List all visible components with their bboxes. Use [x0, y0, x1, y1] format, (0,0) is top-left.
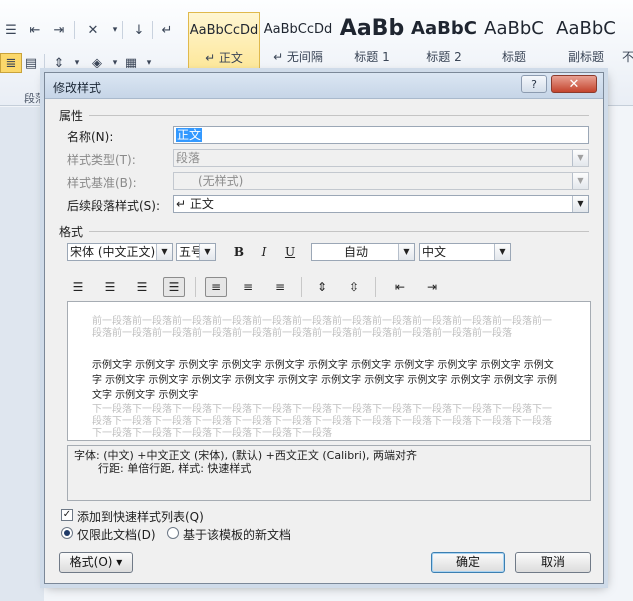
- based-on-select[interactable]: (无样式) ▼: [173, 172, 589, 190]
- format-section-label: 格式: [59, 225, 84, 239]
- properties-divider: [89, 115, 589, 116]
- preview-previous-paragraph: 前一段落前一段落前一段落前一段落前一段落前一段落前一段落前一段落前一段落前一段落…: [92, 316, 552, 339]
- next-style-select[interactable]: ↵ 正文 ▼: [173, 195, 589, 213]
- chevron-down-icon: ▼: [398, 244, 414, 260]
- close-button[interactable]: ✕: [551, 75, 597, 93]
- modify-style-dialog: 修改样式 ? ✕ 属性 名称(N): 正文 样式类型(T): 段落 ▼ 样式基准…: [44, 72, 604, 584]
- font-value: 宋体 (中文正文): [70, 245, 156, 259]
- style-tile-heading1[interactable]: AaBb 标题 1: [336, 12, 408, 70]
- align-center-icon[interactable]: ☰: [99, 277, 121, 297]
- preview-next-paragraph: 下一段落下一段落下一段落下一段落下一段落下一段落下一段落下一段落下一段落下一段落…: [92, 404, 552, 439]
- language-value: 中文: [422, 245, 447, 259]
- style-tile-subtitle[interactable]: AaBbC 副标题: [550, 12, 622, 70]
- style-tile-no-spacing[interactable]: AaBbCcDd ↵ 无间隔: [262, 12, 334, 70]
- chevron-down-icon: ▼: [572, 196, 588, 212]
- style-tile-title[interactable]: AaBbC 标题: [478, 12, 550, 70]
- chevron-down-icon: ▼: [199, 244, 215, 260]
- style-tile-normal[interactable]: AaBbCcDd ↵ 正文: [188, 12, 260, 70]
- chevron-down-icon: ▼: [156, 244, 172, 260]
- add-quick-style-checkbox[interactable]: ✓: [61, 509, 73, 521]
- increase-indent-icon[interactable]: ⇥: [421, 277, 443, 297]
- format-menu-button[interactable]: 格式(O) ▾: [59, 552, 133, 573]
- only-this-document-label: 仅限此文档(D): [77, 528, 156, 542]
- language-select[interactable]: 中文 ▼: [419, 243, 511, 261]
- next-style-label: 后续段落样式(S):: [67, 199, 161, 213]
- show-marks-icon[interactable]: ↵: [156, 20, 178, 40]
- increase-para-spacing-icon[interactable]: ⇕: [311, 277, 333, 297]
- decrease-indent-icon[interactable]: ⇤: [389, 277, 411, 297]
- align-left-icon[interactable]: ☰: [67, 277, 89, 297]
- style-tile-heading2[interactable]: AaBbC 标题 2: [408, 12, 480, 70]
- distributed-icon[interactable]: ▤: [20, 53, 42, 73]
- font-color-select[interactable]: 自动 ▼: [311, 243, 415, 261]
- properties-section-label: 属性: [59, 109, 84, 123]
- document-area: [0, 107, 44, 601]
- help-button[interactable]: ?: [521, 75, 547, 93]
- font-select[interactable]: 宋体 (中文正文) ▼: [67, 243, 173, 261]
- sort-icon[interactable]: ↓: [128, 20, 150, 40]
- name-field[interactable]: 正文: [173, 126, 589, 144]
- name-label: 名称(N):: [67, 130, 114, 144]
- decrease-para-spacing-icon[interactable]: ⇳: [343, 277, 365, 297]
- preview-sample-text: 示例文字 示例文字 示例文字 示例文字 示例文字 示例文字 示例文字 示例文字 …: [92, 360, 557, 401]
- chevron-down-icon: ▼: [572, 150, 588, 166]
- increase-indent-icon[interactable]: ⇥: [48, 20, 70, 40]
- dialog-titlebar: 修改样式 ? ✕: [45, 73, 603, 99]
- format-divider: [89, 231, 589, 232]
- style-type-value: 段落: [176, 151, 201, 165]
- ok-button[interactable]: 确定: [431, 552, 505, 573]
- based-on-value: (无样式): [198, 174, 244, 188]
- next-style-value: ↵ 正文: [176, 197, 214, 211]
- italic-button[interactable]: I: [253, 242, 275, 262]
- single-spacing-icon[interactable]: ≡: [205, 277, 227, 297]
- description-line-1: 字体: (中文) +中文正文 (宋体), (默认) +西文正文 (Calibri…: [74, 449, 418, 462]
- justify-icon[interactable]: ≣: [0, 53, 22, 73]
- only-this-document-radio[interactable]: [61, 527, 73, 539]
- style-type-select[interactable]: 段落 ▼: [173, 149, 589, 167]
- new-documents-label: 基于该模板的新文档: [183, 528, 292, 542]
- line-spacing-dropdown-icon[interactable]: ▾: [66, 53, 88, 73]
- chevron-down-icon: ▼: [494, 244, 510, 260]
- font-size-select[interactable]: 五号 ▼: [176, 243, 216, 261]
- based-on-label: 样式基准(B):: [67, 176, 137, 190]
- multilevel-list-icon[interactable]: ☰: [0, 20, 22, 40]
- chinese-layout-icon[interactable]: ✕: [82, 20, 104, 40]
- paragraph-group-label: 段落: [24, 92, 46, 105]
- description-line-2: 行距: 单倍行距, 样式: 快速样式: [98, 462, 252, 475]
- justify-align-icon[interactable]: ☰: [163, 277, 185, 297]
- style-type-label: 样式类型(T):: [67, 153, 136, 167]
- style-preview: 前一段落前一段落前一段落前一段落前一段落前一段落前一段落前一段落前一段落前一段落…: [67, 301, 591, 441]
- double-spacing-icon[interactable]: ≡: [269, 277, 291, 297]
- dialog-title: 修改样式: [53, 81, 102, 95]
- align-right-icon[interactable]: ☰: [131, 277, 153, 297]
- underline-button[interactable]: U: [279, 242, 301, 262]
- new-documents-radio[interactable]: [167, 527, 179, 539]
- style-description: 字体: (中文) +中文正文 (宋体), (默认) +西文正文 (Calibri…: [67, 445, 591, 501]
- decrease-indent-icon[interactable]: ⇤: [24, 20, 46, 40]
- cancel-button[interactable]: 取消: [515, 552, 591, 573]
- name-value: 正文: [176, 128, 203, 142]
- bold-button[interactable]: B: [228, 242, 250, 262]
- add-quick-style-label: 添加到快速样式列表(Q): [77, 510, 204, 524]
- font-color-value: 自动: [343, 245, 368, 259]
- borders-dropdown-icon[interactable]: ▾: [138, 53, 160, 73]
- style-tile-partial[interactable]: 不: [622, 12, 633, 70]
- one-half-spacing-icon[interactable]: ≡: [237, 277, 259, 297]
- chevron-down-icon: ▼: [572, 173, 588, 189]
